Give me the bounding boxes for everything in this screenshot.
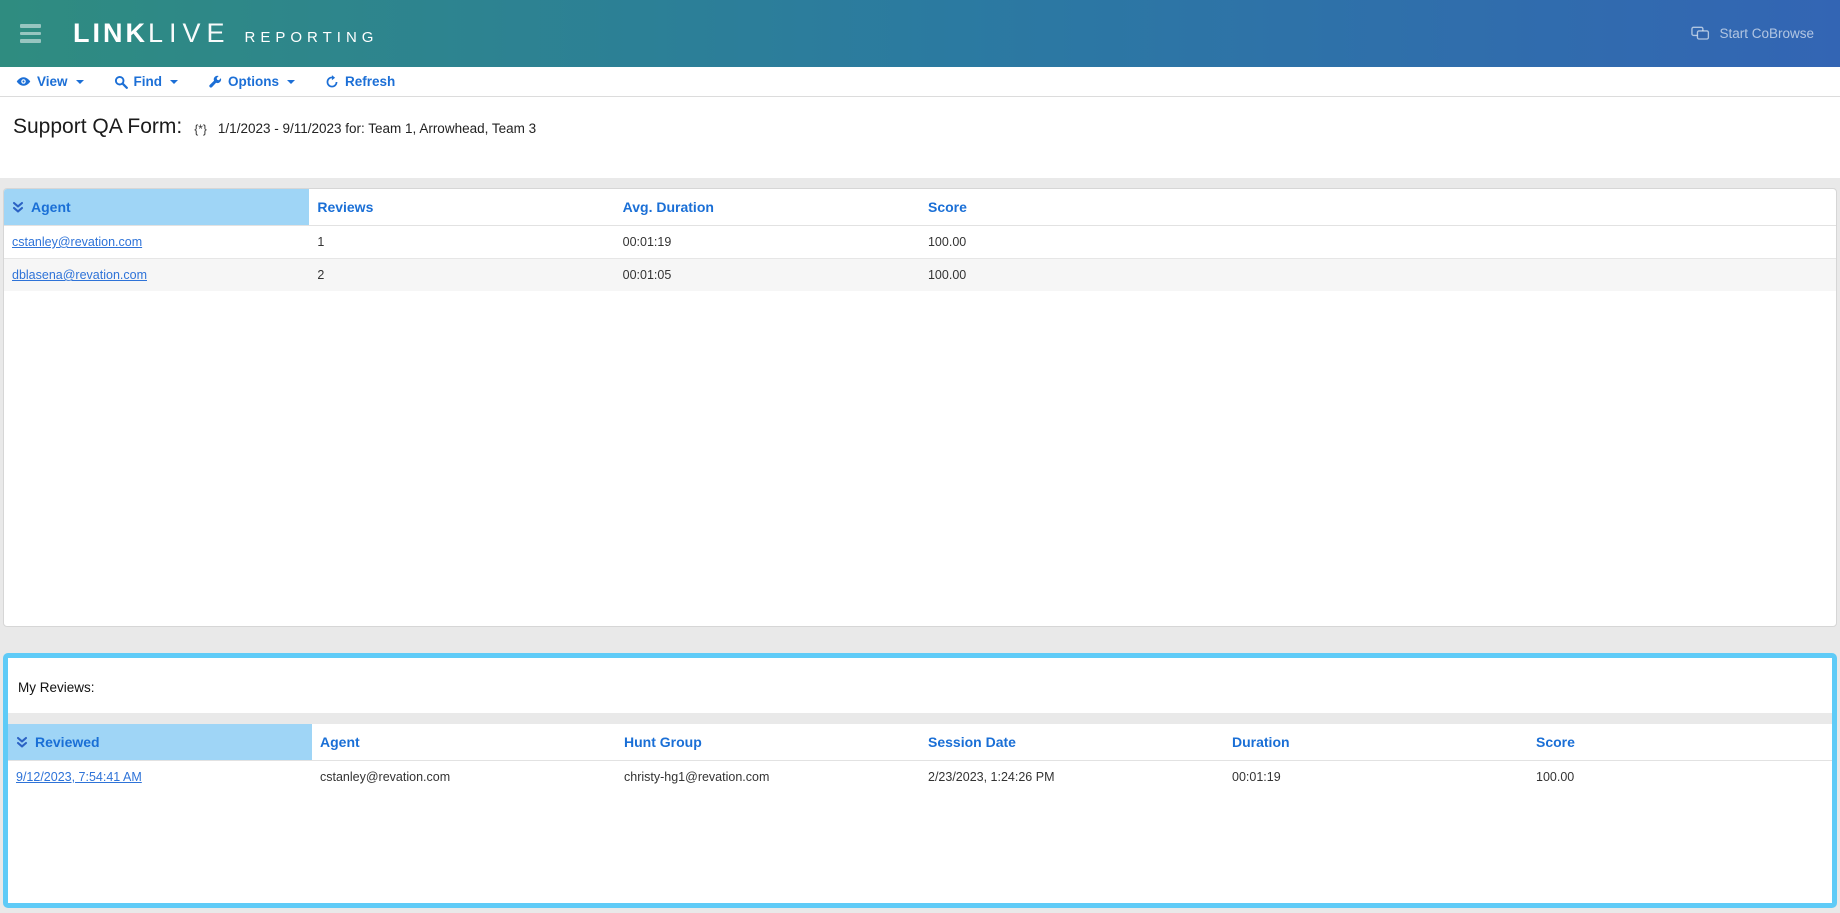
wrench-icon — [208, 75, 222, 89]
caret-down-icon — [287, 80, 295, 84]
section-divider — [8, 713, 1832, 724]
column-header-session-date[interactable]: Session Date — [920, 724, 1224, 761]
table-row: 9/12/2023, 7:54:41 AM cstanley@revation.… — [8, 761, 1832, 794]
double-chevron-down-icon — [12, 201, 24, 214]
title-token: {*} — [194, 122, 207, 136]
caret-down-icon — [76, 80, 84, 84]
cobrowse-screens-icon — [1691, 26, 1710, 41]
report-title-row: Support QA Form: {*} 1/1/2023 - 9/11/202… — [0, 97, 1840, 178]
duration-cell: 00:01:19 — [1224, 761, 1528, 794]
column-header-agent[interactable]: Agent — [312, 724, 616, 761]
app-logo: LINKLIVE REPORTING — [73, 18, 378, 49]
reviews-cell: 1 — [309, 226, 614, 259]
report-toolbar: View Find Options — [0, 67, 1840, 97]
column-header-duration[interactable]: Duration — [1224, 724, 1528, 761]
app-header: LINKLIVE REPORTING Start CoBrowse — [0, 0, 1840, 67]
column-header-reviewed[interactable]: Reviewed — [8, 724, 312, 761]
hamburger-icon — [20, 24, 41, 43]
start-cobrowse-button[interactable]: Start CoBrowse — [1685, 25, 1820, 42]
avg-duration-cell: 00:01:05 — [615, 259, 920, 292]
column-header-hunt-group[interactable]: Hunt Group — [616, 724, 920, 761]
page-title: Support QA Form: — [13, 115, 182, 139]
options-label: Options — [228, 74, 279, 89]
options-menu-button[interactable]: Options — [208, 74, 295, 89]
app-root: LINKLIVE REPORTING Start CoBrowse — [0, 0, 1840, 913]
logo-text-bold: LINK — [73, 18, 148, 49]
agent-summary-panel: Agent Reviews Avg. Duration Score — [3, 188, 1837, 627]
cobrowse-label: Start CoBrowse — [1719, 26, 1814, 41]
column-header-label: Reviewed — [35, 734, 100, 750]
table-row: dblasena@revation.com 2 00:01:05 100.00 — [4, 259, 1836, 292]
reviewed-cell: 9/12/2023, 7:54:41 AM — [8, 761, 312, 794]
column-header-label: Score — [1536, 734, 1575, 750]
agent-cell: cstanley@revation.com — [4, 226, 309, 259]
my-reviews-table: Reviewed Agent Hunt Group Session Date — [8, 724, 1832, 793]
logo-product-label: REPORTING — [245, 29, 379, 46]
title-date-range: 1/1/2023 - 9/11/2023 for: Team 1, Arrowh… — [218, 121, 536, 136]
score-cell: 100.00 — [920, 226, 1836, 259]
reviews-cell: 2 — [309, 259, 614, 292]
column-header-reviews[interactable]: Reviews — [309, 189, 614, 226]
avg-duration-cell: 00:01:19 — [615, 226, 920, 259]
report-content: Agent Reviews Avg. Duration Score — [0, 178, 1840, 913]
review-date-link[interactable]: 9/12/2023, 7:54:41 AM — [16, 770, 142, 784]
agent-cell: dblasena@revation.com — [4, 259, 309, 292]
column-header-label: Agent — [320, 734, 360, 750]
refresh-icon — [325, 75, 339, 89]
double-chevron-down-icon — [16, 736, 28, 749]
column-header-label: Duration — [1232, 734, 1290, 750]
view-menu-button[interactable]: View — [16, 74, 84, 89]
column-header-score[interactable]: Score — [920, 189, 1836, 226]
column-header-label: Avg. Duration — [623, 199, 714, 215]
find-menu-button[interactable]: Find — [114, 74, 179, 89]
column-header-avg-duration[interactable]: Avg. Duration — [615, 189, 920, 226]
column-header-agent[interactable]: Agent — [4, 189, 309, 226]
session-date-cell: 2/23/2023, 1:24:26 PM — [920, 761, 1224, 794]
score-cell: 100.00 — [920, 259, 1836, 292]
score-cell: 100.00 — [1528, 761, 1832, 794]
table-header-row: Agent Reviews Avg. Duration Score — [4, 189, 1836, 226]
column-header-score[interactable]: Score — [1528, 724, 1832, 761]
refresh-label: Refresh — [345, 74, 395, 89]
column-header-label: Hunt Group — [624, 734, 702, 750]
hamburger-menu-button[interactable] — [16, 18, 45, 49]
eye-icon — [16, 74, 31, 89]
find-label: Find — [134, 74, 163, 89]
column-header-label: Reviews — [317, 199, 373, 215]
search-icon — [114, 75, 128, 89]
column-header-label: Agent — [31, 199, 71, 215]
column-header-label: Score — [928, 199, 967, 215]
view-label: View — [37, 74, 68, 89]
agent-summary-table: Agent Reviews Avg. Duration Score — [4, 189, 1836, 291]
table-row: cstanley@revation.com 1 00:01:19 100.00 — [4, 226, 1836, 259]
logo-text-light: LIVE — [148, 18, 231, 49]
refresh-button[interactable]: Refresh — [325, 74, 395, 89]
column-header-label: Session Date — [928, 734, 1016, 750]
caret-down-icon — [170, 80, 178, 84]
my-reviews-panel: My Reviews: — [3, 653, 1837, 908]
table-header-row: Reviewed Agent Hunt Group Session Date — [8, 724, 1832, 761]
hunt-group-cell: christy-hg1@revation.com — [616, 761, 920, 794]
agent-link[interactable]: cstanley@revation.com — [12, 235, 142, 249]
agent-link[interactable]: dblasena@revation.com — [12, 268, 147, 282]
my-reviews-label: My Reviews: — [8, 658, 1832, 713]
agent-cell: cstanley@revation.com — [312, 761, 616, 794]
